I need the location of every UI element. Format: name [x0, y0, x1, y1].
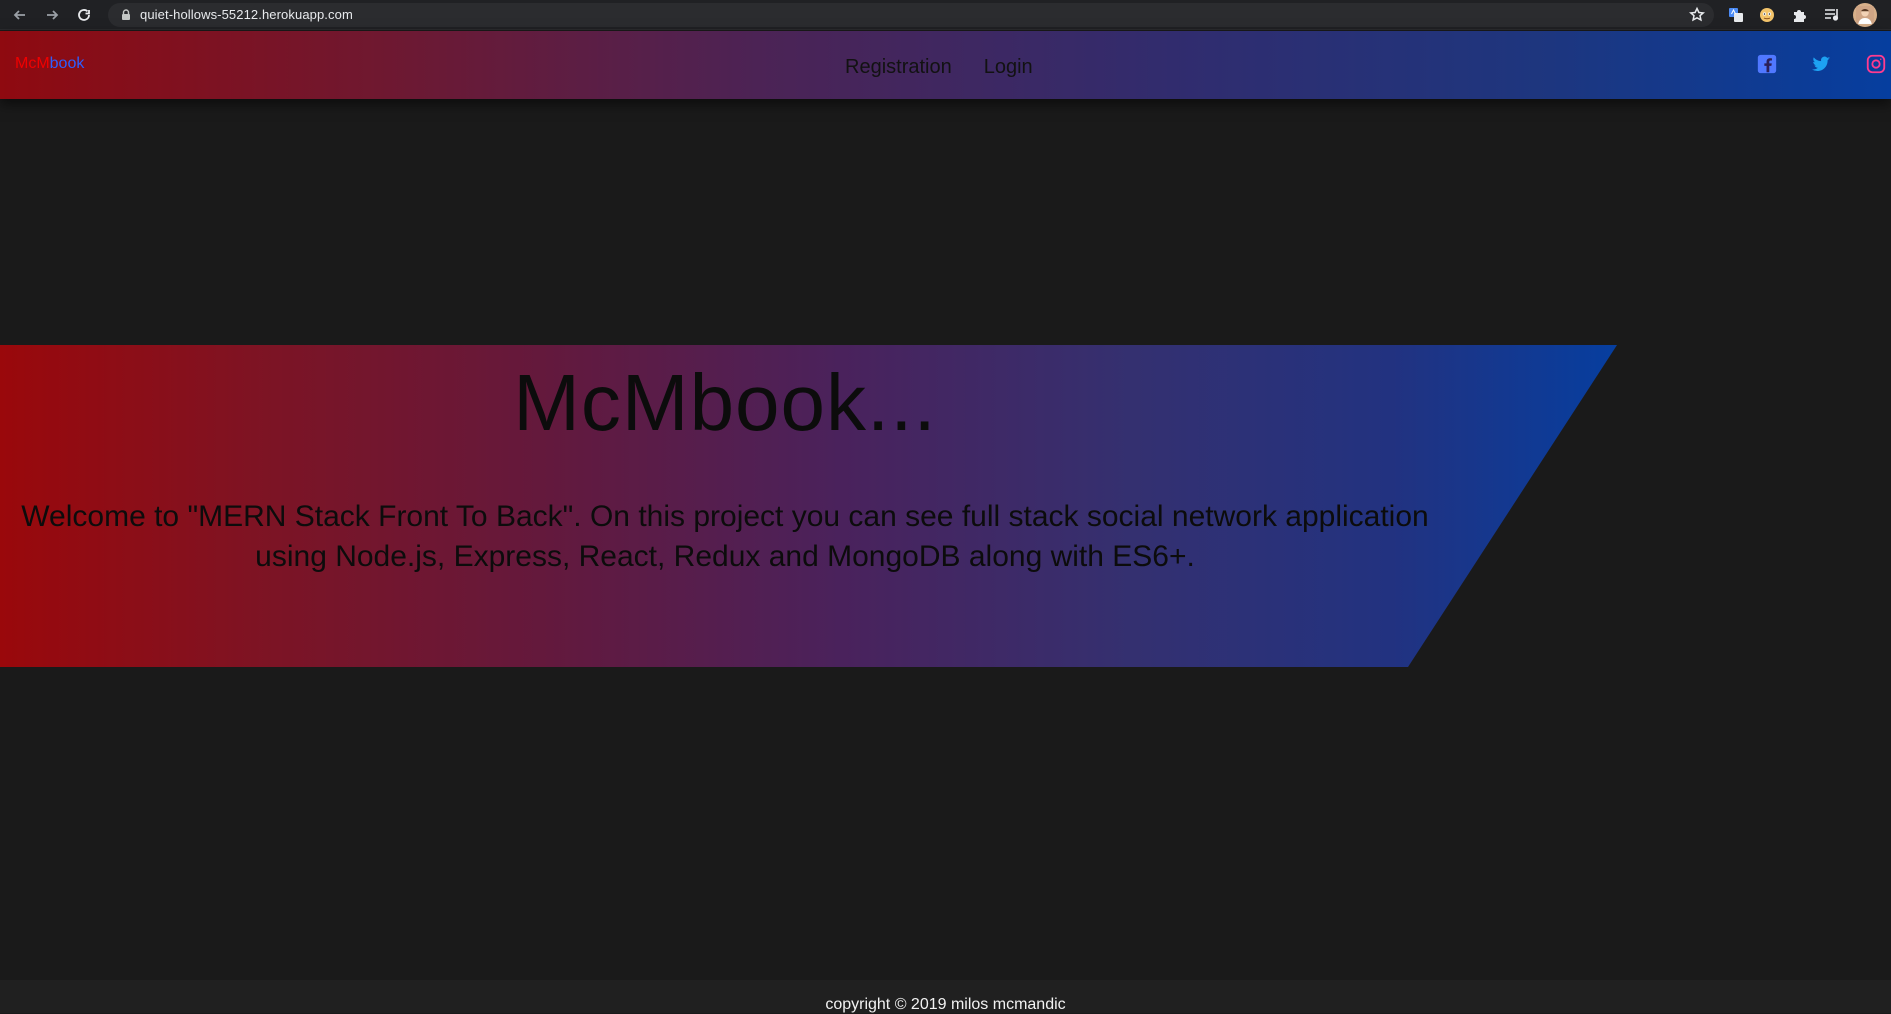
url-text[interactable]: quiet-hollows-55212.herokuapp.com	[140, 7, 353, 22]
hero-description: Welcome to "MERN Stack Front To Back". O…	[21, 500, 1429, 573]
brand-logo[interactable]: McMbook	[15, 55, 84, 73]
reload-icon[interactable]	[74, 5, 94, 25]
star-icon[interactable]	[1688, 6, 1706, 24]
instagram-icon[interactable]	[1865, 53, 1889, 77]
extension-face-icon[interactable]	[1757, 5, 1777, 25]
brand-book-text: book	[49, 55, 85, 72]
forward-icon[interactable]	[42, 5, 62, 25]
site-navbar: McMbook Registration Login	[0, 31, 1891, 99]
translate-icon[interactable]	[1726, 5, 1746, 25]
media-control-icon[interactable]	[1822, 5, 1842, 25]
login-link[interactable]: Login	[984, 55, 1033, 79]
profile-avatar[interactable]	[1853, 3, 1877, 27]
primary-navigation: Registration Login	[845, 55, 1033, 79]
brand-mcm-text: McM	[15, 55, 50, 72]
facebook-icon[interactable]	[1756, 53, 1780, 77]
lock-icon[interactable]	[119, 8, 133, 22]
site-footer: copyright © 2019 milos mcmandic	[0, 980, 1891, 1013]
back-icon[interactable]	[10, 5, 30, 25]
twitter-icon[interactable]	[1810, 53, 1834, 77]
copyright-text: copyright © 2019 milos mcmandic	[825, 996, 1066, 1013]
puzzle-icon[interactable]	[1790, 5, 1810, 25]
browser-toolbar: quiet-hollows-55212.herokuapp.com	[0, 0, 1891, 30]
hero-title: McMbook...	[513, 358, 937, 447]
address-bar[interactable]: quiet-hollows-55212.herokuapp.com	[108, 3, 1714, 27]
registration-link[interactable]: Registration	[845, 55, 952, 79]
